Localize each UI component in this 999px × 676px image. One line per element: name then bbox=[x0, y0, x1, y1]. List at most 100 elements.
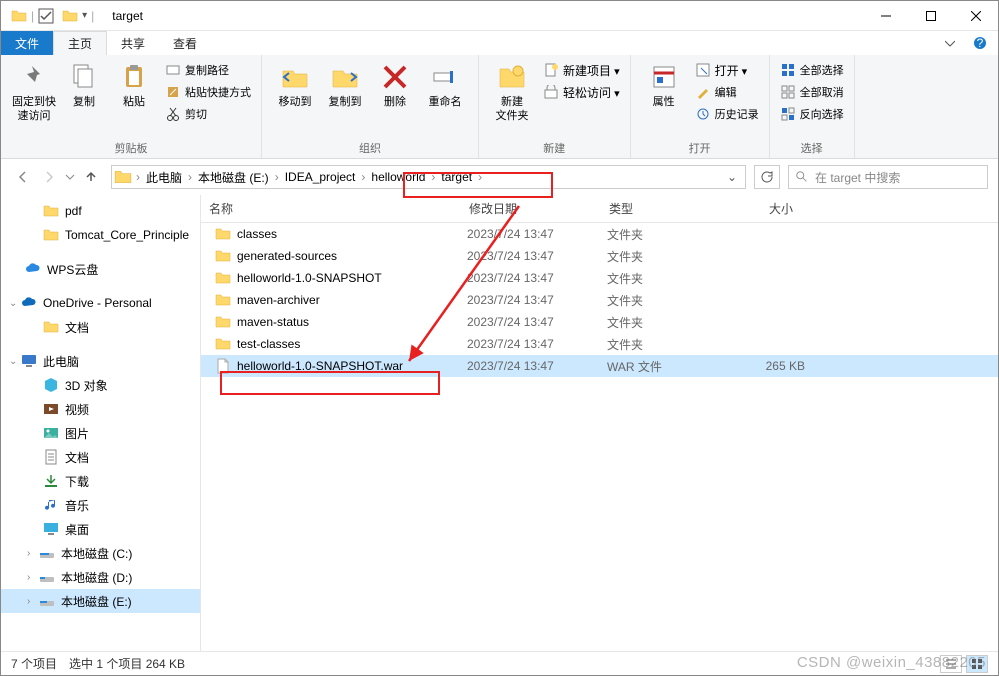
recent-button[interactable] bbox=[63, 165, 77, 189]
col-size[interactable]: 大小 bbox=[721, 200, 801, 217]
chevron-right-icon[interactable]: › bbox=[359, 170, 367, 184]
folder-icon bbox=[215, 336, 231, 352]
tree-drive-c[interactable]: ›本地磁盘 (C:) bbox=[1, 541, 200, 565]
file-icon bbox=[215, 358, 231, 374]
table-row[interactable]: helloworld-1.0-SNAPSHOT.war2023/7/24 13:… bbox=[201, 355, 998, 377]
breadcrumb-seg-4[interactable]: target bbox=[437, 170, 476, 184]
table-row[interactable]: classes2023/7/24 13:47文件夹 bbox=[201, 223, 998, 245]
maximize-button[interactable] bbox=[908, 1, 953, 31]
folder-icon bbox=[43, 203, 59, 219]
cloud-icon bbox=[25, 261, 41, 277]
file-name: test-classes bbox=[237, 337, 467, 351]
tree-drive-d[interactable]: ›本地磁盘 (D:) bbox=[1, 565, 200, 589]
table-row[interactable]: maven-status2023/7/24 13:47文件夹 bbox=[201, 311, 998, 333]
chevron-right-icon[interactable]: › bbox=[429, 170, 437, 184]
chevron-right-icon[interactable]: › bbox=[186, 170, 194, 184]
tree-pictures[interactable]: 图片 bbox=[1, 421, 200, 445]
tab-home[interactable]: 主页 bbox=[53, 31, 107, 55]
breadcrumb-dropdown[interactable]: ⌄ bbox=[721, 170, 743, 184]
newitem-button[interactable]: 新建项目 ▾ bbox=[541, 59, 622, 81]
tree-downloads[interactable]: 下载 bbox=[1, 469, 200, 493]
tree-documents[interactable]: 文档 bbox=[1, 445, 200, 469]
up-button[interactable] bbox=[79, 165, 103, 189]
tree-music[interactable]: 音乐 bbox=[1, 493, 200, 517]
tab-file[interactable]: 文件 bbox=[1, 31, 53, 55]
breadcrumb-seg-1[interactable]: 本地磁盘 (E:) bbox=[194, 169, 273, 186]
title-bar: | ▾ | target bbox=[1, 1, 998, 31]
tree-wps[interactable]: WPS云盘 bbox=[1, 257, 200, 281]
folder-icon bbox=[11, 8, 27, 24]
group-new: 新建 bbox=[487, 138, 622, 156]
tree-quick-tomcat[interactable]: Tomcat_Core_Principle bbox=[1, 223, 200, 247]
search-icon bbox=[795, 170, 809, 184]
tree-quick-pdf[interactable]: pdf bbox=[1, 199, 200, 223]
back-button[interactable] bbox=[11, 165, 35, 189]
forward-button[interactable] bbox=[37, 165, 61, 189]
copy-path-button[interactable]: 复制路径 bbox=[163, 59, 253, 81]
newfolder-button[interactable]: 新建 文件夹 bbox=[487, 59, 537, 125]
table-row[interactable]: helloworld-1.0-SNAPSHOT2023/7/24 13:47文件… bbox=[201, 267, 998, 289]
col-date[interactable]: 修改日期 bbox=[461, 200, 601, 217]
breadcrumb-seg-3[interactable]: helloworld bbox=[367, 170, 429, 184]
view-details-button[interactable] bbox=[940, 655, 962, 673]
selectnone-button[interactable]: 全部取消 bbox=[778, 81, 846, 103]
table-row[interactable]: generated-sources2023/7/24 13:47文件夹 bbox=[201, 245, 998, 267]
chevron-right-icon[interactable]: › bbox=[134, 170, 142, 184]
folder-icon bbox=[215, 248, 231, 264]
video-icon bbox=[43, 401, 59, 417]
paste-shortcut-button[interactable]: 粘贴快捷方式 bbox=[163, 81, 253, 103]
copy-button[interactable]: 复制 bbox=[59, 59, 109, 111]
checkbox-icon[interactable] bbox=[38, 8, 54, 24]
search-input[interactable]: 在 target 中搜索 bbox=[788, 165, 988, 189]
minimize-button[interactable] bbox=[863, 1, 908, 31]
rename-button[interactable]: 重命名 bbox=[420, 59, 470, 111]
tree-drive-e[interactable]: ›本地磁盘 (E:) bbox=[1, 589, 200, 613]
properties-button[interactable]: 属性 bbox=[639, 59, 689, 111]
refresh-button[interactable] bbox=[754, 165, 780, 189]
close-button[interactable] bbox=[953, 1, 998, 31]
file-type: WAR 文件 bbox=[607, 358, 727, 375]
file-date: 2023/7/24 13:47 bbox=[467, 249, 607, 263]
tab-view[interactable]: 查看 bbox=[159, 31, 211, 55]
edit-button[interactable]: 编辑 bbox=[693, 81, 761, 103]
breadcrumb-seg-0[interactable]: 此电脑 bbox=[142, 169, 186, 186]
navigation-pane[interactable]: pdf Tomcat_Core_Principle WPS云盘 ⌄OneDriv… bbox=[1, 195, 201, 651]
help-button[interactable]: ? bbox=[968, 31, 992, 55]
invert-button[interactable]: 反向选择 bbox=[778, 103, 846, 125]
minimize-ribbon-button[interactable] bbox=[938, 31, 962, 55]
col-name[interactable]: 名称 bbox=[201, 200, 461, 217]
table-row[interactable]: maven-archiver2023/7/24 13:47文件夹 bbox=[201, 289, 998, 311]
open-button[interactable]: 打开 ▾ bbox=[693, 59, 761, 81]
tree-onedrive[interactable]: ⌄OneDrive - Personal bbox=[1, 291, 200, 315]
document-icon bbox=[43, 449, 59, 465]
easyaccess-button[interactable]: 轻松访问 ▾ bbox=[541, 81, 622, 103]
qat-divider: | bbox=[87, 9, 98, 23]
chevron-right-icon[interactable]: › bbox=[476, 170, 484, 184]
folder-icon bbox=[43, 319, 59, 335]
column-headers[interactable]: 名称 修改日期 类型 大小 bbox=[201, 195, 998, 223]
tree-3d[interactable]: 3D 对象 bbox=[1, 373, 200, 397]
copyto-button[interactable]: 复制到 bbox=[320, 59, 370, 111]
delete-button[interactable]: 删除 bbox=[370, 59, 420, 111]
tree-desktop[interactable]: 桌面 bbox=[1, 517, 200, 541]
table-row[interactable]: test-classes2023/7/24 13:47文件夹 bbox=[201, 333, 998, 355]
breadcrumb[interactable]: › 此电脑 › 本地磁盘 (E:) › IDEA_project › hello… bbox=[111, 165, 746, 189]
file-date: 2023/7/24 13:47 bbox=[467, 293, 607, 307]
tab-share[interactable]: 共享 bbox=[107, 31, 159, 55]
pin-button[interactable]: 固定到快 速访问 bbox=[9, 59, 59, 125]
paste-button[interactable]: 粘贴 bbox=[109, 59, 159, 111]
breadcrumb-seg-2[interactable]: IDEA_project bbox=[281, 170, 360, 184]
file-name: helloworld-1.0-SNAPSHOT.war bbox=[237, 359, 467, 373]
selectall-button[interactable]: 全部选择 bbox=[778, 59, 846, 81]
view-icons-button[interactable] bbox=[966, 655, 988, 673]
folder-icon[interactable] bbox=[62, 8, 78, 24]
col-type[interactable]: 类型 bbox=[601, 200, 721, 217]
chevron-right-icon[interactable]: › bbox=[273, 170, 281, 184]
cut-button[interactable]: 剪切 bbox=[163, 103, 253, 125]
tree-videos[interactable]: 视频 bbox=[1, 397, 200, 421]
tree-thispc[interactable]: ⌄此电脑 bbox=[1, 349, 200, 373]
tree-onedrive-docs[interactable]: 文档 bbox=[1, 315, 200, 339]
history-button[interactable]: 历史记录 bbox=[693, 103, 761, 125]
moveto-button[interactable]: 移动到 bbox=[270, 59, 320, 111]
file-name: classes bbox=[237, 227, 467, 241]
